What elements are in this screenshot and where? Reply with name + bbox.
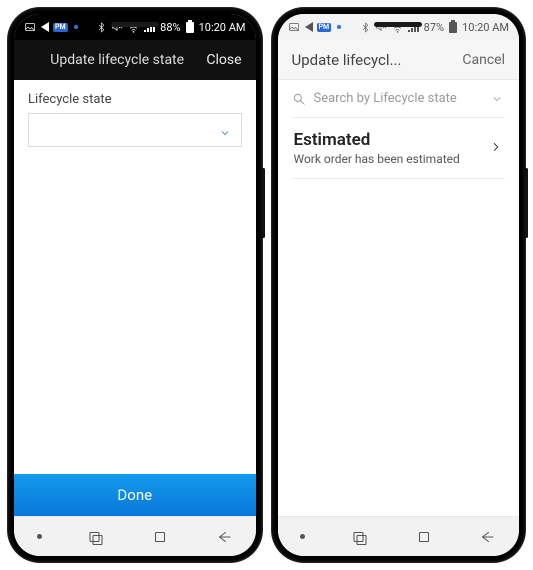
search-icon (292, 92, 306, 106)
screen-left: PM 88% 10:20 AM (14, 14, 256, 556)
battery-icon (185, 20, 195, 34)
page-header: Update lifecycl... Cancel (278, 40, 520, 80)
close-button[interactable]: Close (206, 52, 241, 68)
page-title: Update lifecycl... (292, 51, 463, 69)
picker-body: Search by Lifecycle state Estimated Work… (278, 80, 520, 516)
status-bar: PM 88% 10:20 AM (14, 14, 256, 40)
chevron-down-icon (219, 124, 231, 136)
image-icon (288, 21, 300, 33)
wifi-icon (127, 21, 140, 34)
page-title: Update lifecycle state (28, 52, 206, 68)
nav-home-icon[interactable] (415, 528, 433, 546)
battery-pct: 87% (424, 21, 444, 34)
mute-icon (375, 21, 387, 33)
cancel-button[interactable]: Cancel (462, 52, 505, 68)
list-item-subtitle: Work order has been estimated (294, 152, 490, 166)
nav-assistant-icon[interactable] (300, 534, 305, 539)
signal-icon (408, 22, 420, 32)
play-icon (40, 23, 49, 31)
nav-recents-icon[interactable] (87, 528, 105, 546)
search-placeholder: Search by Lifecycle state (314, 91, 492, 106)
signal-icon (144, 22, 156, 32)
image-icon (24, 21, 36, 33)
screen-right: PM 87% 10:20 AM (278, 14, 520, 556)
play-icon (304, 23, 313, 31)
search-input[interactable]: Search by Lifecycle state (292, 80, 506, 118)
field-label: Lifecycle state (28, 92, 242, 107)
form-body: Lifecycle state (14, 80, 256, 474)
battery-icon (448, 20, 458, 34)
clock-time: 10:20 AM (199, 21, 246, 34)
lifecycle-state-dropdown[interactable] (28, 113, 242, 147)
app-badge-icon: PM (317, 23, 332, 32)
notification-dot-icon (337, 25, 341, 29)
android-nav-bar (14, 516, 256, 556)
status-bar: PM 87% 10:20 AM (278, 14, 520, 40)
notification-dot-icon (74, 25, 78, 29)
chevron-right-icon (489, 139, 503, 158)
battery-pct: 88% (160, 21, 180, 34)
clock-time: 10:20 AM (462, 21, 509, 34)
android-nav-bar (278, 516, 520, 556)
list-item-title: Estimated (294, 130, 490, 150)
nav-assistant-icon[interactable] (37, 534, 42, 539)
nav-back-icon[interactable] (478, 528, 496, 546)
bluetooth-icon (96, 22, 107, 33)
nav-home-icon[interactable] (151, 528, 169, 546)
page-header: Update lifecycle state Close (14, 40, 256, 80)
phone-left: PM 88% 10:20 AM (8, 8, 262, 562)
done-button[interactable]: Done (14, 474, 256, 516)
mute-icon (111, 21, 123, 33)
app-badge-icon: PM (53, 23, 68, 32)
bluetooth-icon (360, 22, 371, 33)
nav-recents-icon[interactable] (351, 528, 369, 546)
list-item[interactable]: Estimated Work order has been estimated (292, 118, 506, 179)
chevron-down-icon[interactable] (491, 93, 503, 105)
wifi-icon (391, 21, 404, 34)
phone-right: PM 87% 10:20 AM (272, 8, 526, 562)
nav-back-icon[interactable] (215, 528, 233, 546)
